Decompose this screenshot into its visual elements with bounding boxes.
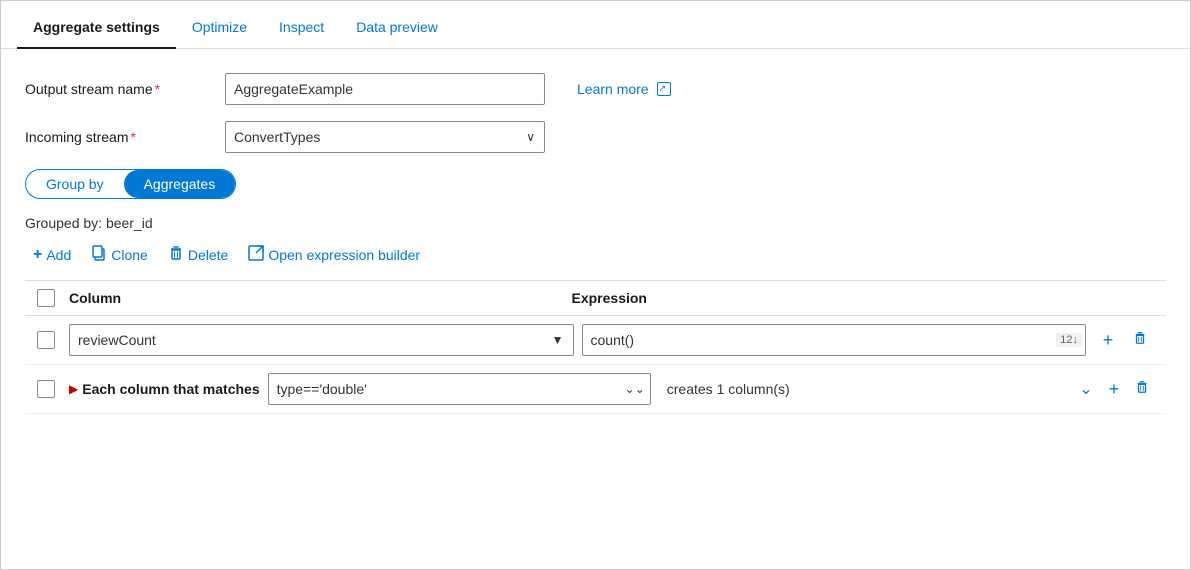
expression-builder-icon bbox=[248, 245, 264, 264]
match-trash-icon bbox=[1135, 380, 1149, 399]
table-row: reviewCount ▼ 12↓ + bbox=[25, 316, 1166, 365]
match-delete-button[interactable] bbox=[1130, 375, 1154, 403]
table-header: Column Expression bbox=[25, 281, 1166, 316]
match-row: ▶ Each column that matches ⌄⌄ creates 1 … bbox=[25, 365, 1166, 414]
external-link-icon bbox=[657, 82, 671, 96]
row1-actions: + bbox=[1094, 326, 1154, 354]
row1-expression: 12↓ bbox=[582, 324, 1095, 356]
main-content: Output stream name* Learn more Incoming … bbox=[1, 49, 1190, 438]
clone-button[interactable]: Clone bbox=[83, 241, 156, 268]
toggle-group: Group by Aggregates bbox=[25, 169, 236, 199]
incoming-stream-select[interactable]: ConvertTypes bbox=[225, 121, 545, 153]
learn-more-link[interactable]: Learn more bbox=[577, 81, 671, 97]
output-stream-label: Output stream name* bbox=[25, 81, 225, 97]
required-star-2: * bbox=[130, 129, 135, 145]
match-chevron-button[interactable]: ⌄ bbox=[1074, 375, 1098, 403]
row1-delete-button[interactable] bbox=[1126, 326, 1154, 354]
tab-aggregate-settings[interactable]: Aggregate settings bbox=[17, 7, 176, 49]
match-row-checkbox[interactable] bbox=[37, 380, 55, 398]
expression-input-wrapper: 12↓ bbox=[582, 324, 1087, 356]
tab-data-preview[interactable]: Data preview bbox=[340, 7, 454, 49]
row1-checkbox-col bbox=[37, 331, 69, 349]
incoming-stream-row: Incoming stream* ConvertTypes ∨ bbox=[25, 121, 1166, 153]
col-name-select-wrapper: reviewCount ▼ bbox=[69, 324, 574, 356]
tab-inspect[interactable]: Inspect bbox=[263, 7, 340, 49]
column-header: Column bbox=[69, 290, 572, 306]
match-add-button[interactable]: + bbox=[1102, 375, 1126, 403]
match-input[interactable] bbox=[268, 373, 651, 405]
match-input-wrapper: ⌄⌄ bbox=[268, 373, 651, 405]
row1-expression-input[interactable] bbox=[582, 324, 1087, 356]
row1-trash-icon bbox=[1133, 331, 1147, 350]
clone-icon bbox=[91, 245, 107, 264]
tab-optimize[interactable]: Optimize bbox=[176, 7, 263, 49]
row1-plus-icon: + bbox=[1103, 330, 1114, 351]
add-icon: + bbox=[33, 246, 42, 264]
output-stream-input[interactable] bbox=[225, 73, 545, 105]
row1-column-select[interactable]: reviewCount bbox=[69, 324, 574, 356]
toolbar: + Add Clone Delete bbox=[25, 241, 1166, 268]
aggregates-toggle[interactable]: Aggregates bbox=[124, 170, 236, 198]
row1-add-button[interactable]: + bbox=[1094, 326, 1122, 354]
group-by-toggle[interactable]: Group by bbox=[26, 170, 124, 198]
output-stream-row: Output stream name* Learn more bbox=[25, 73, 1166, 105]
creates-text: creates 1 column(s) bbox=[667, 381, 790, 397]
tab-bar: Aggregate settings Optimize Inspect Data… bbox=[1, 1, 1190, 49]
match-plus-icon: + bbox=[1109, 379, 1120, 400]
match-row-col: ▶ Each column that matches ⌄⌄ bbox=[69, 373, 659, 405]
header-checkbox-col bbox=[37, 289, 69, 307]
expression-badge: 12↓ bbox=[1056, 333, 1082, 347]
match-row-actions: ⌄ + bbox=[1074, 375, 1154, 403]
grouped-by-text: Grouped by: beer_id bbox=[25, 215, 1166, 231]
delete-button[interactable]: Delete bbox=[160, 241, 236, 268]
incoming-stream-select-wrapper: ConvertTypes ∨ bbox=[225, 121, 545, 153]
expression-header: Expression bbox=[572, 290, 1075, 306]
incoming-stream-label: Incoming stream* bbox=[25, 129, 225, 145]
row1-column-name: reviewCount ▼ bbox=[69, 324, 582, 356]
delete-icon bbox=[168, 245, 184, 264]
required-star: * bbox=[155, 81, 160, 97]
header-checkbox[interactable] bbox=[37, 289, 55, 307]
match-row-expression: creates 1 column(s) bbox=[659, 381, 1074, 397]
expand-icon[interactable]: ▶ bbox=[69, 382, 78, 396]
add-button[interactable]: + Add bbox=[25, 242, 79, 268]
expression-builder-button[interactable]: Open expression builder bbox=[240, 241, 428, 268]
match-row-checkbox-col bbox=[37, 380, 69, 398]
row1-checkbox[interactable] bbox=[37, 331, 55, 349]
chevron-down-icon: ⌄ bbox=[1079, 379, 1092, 399]
match-label: Each column that matches bbox=[82, 381, 259, 397]
